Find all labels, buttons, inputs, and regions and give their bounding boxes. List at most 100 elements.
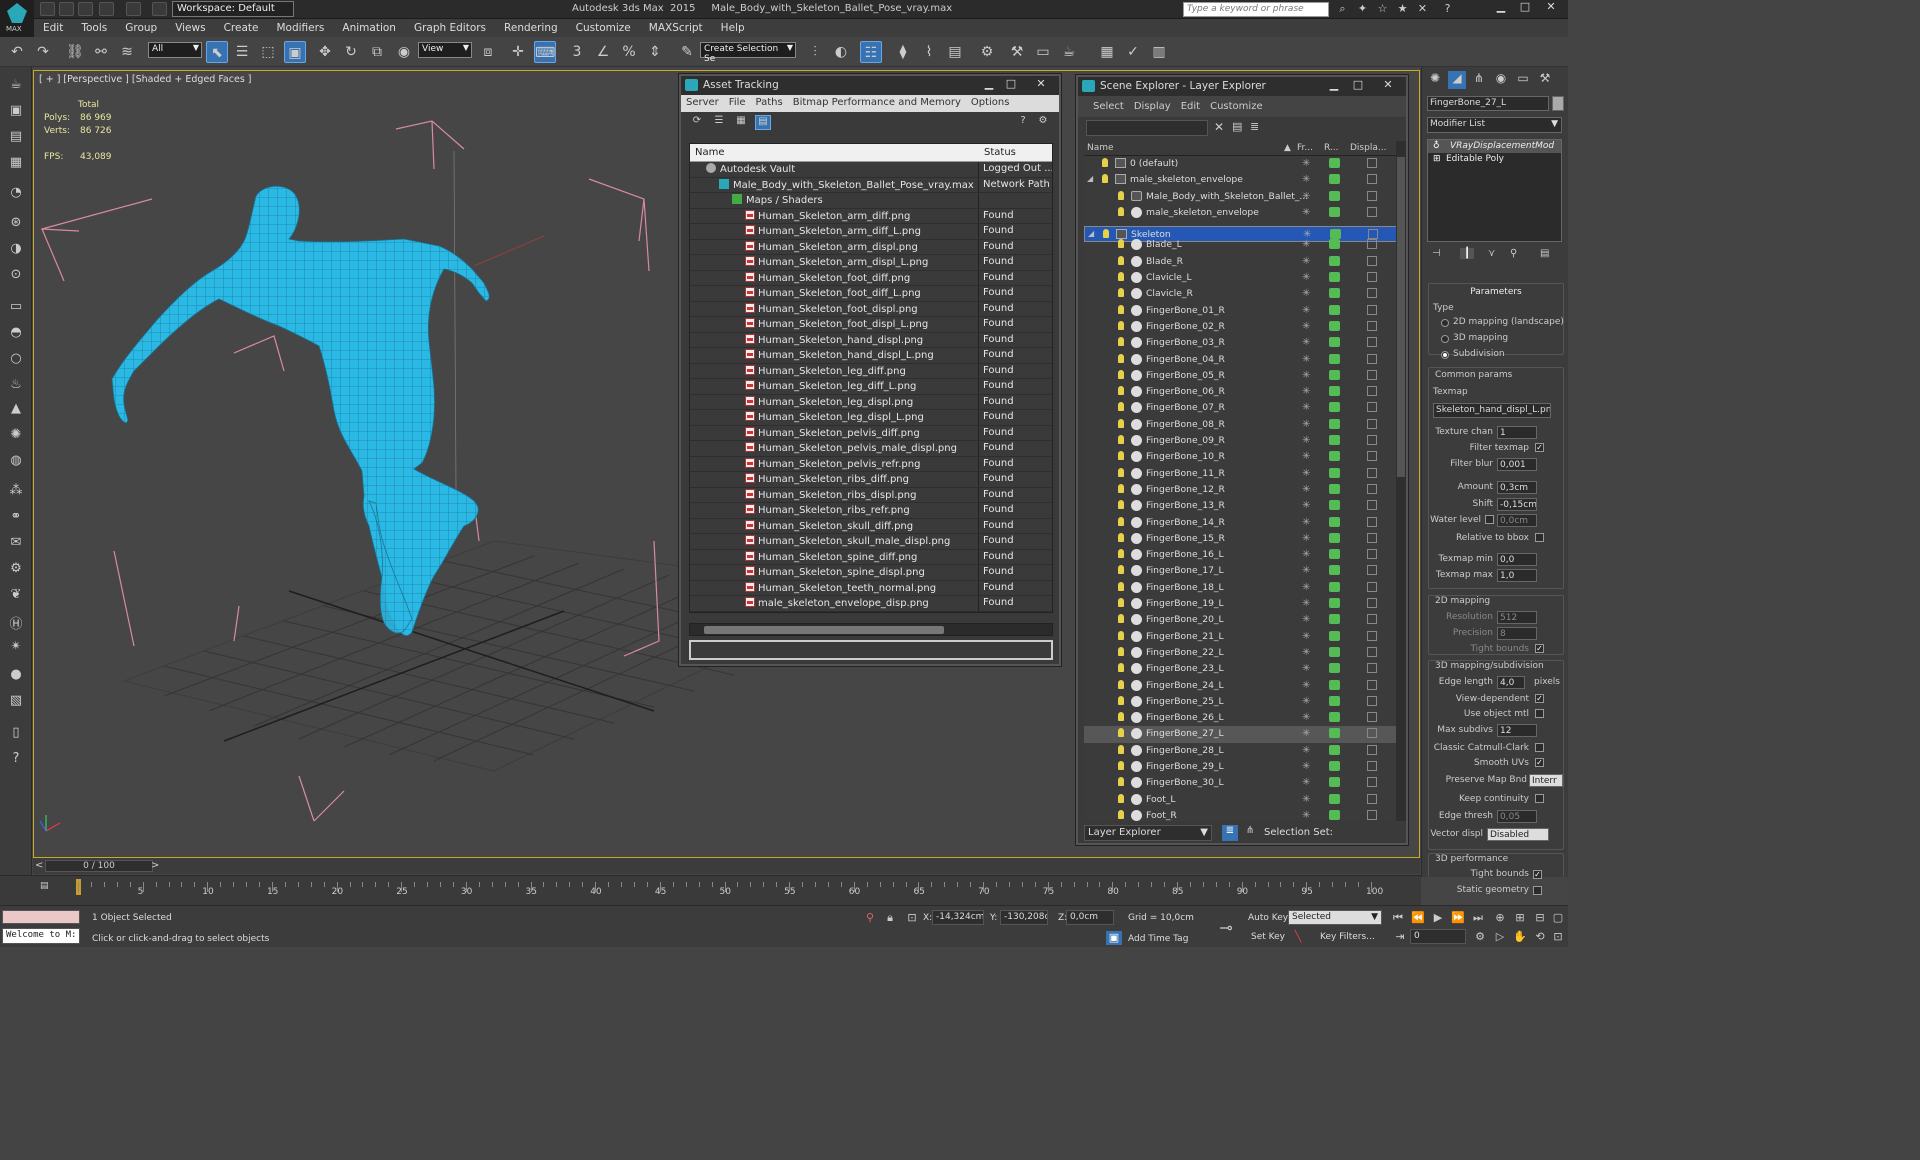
- display-icon[interactable]: [1367, 418, 1377, 429]
- display-icon[interactable]: [1367, 288, 1377, 299]
- light-bulb-icon[interactable]: [1118, 549, 1124, 559]
- display-icon[interactable]: [1367, 337, 1377, 348]
- pin-stack-icon[interactable]: ⊣: [1432, 248, 1441, 259]
- workspace-dropdown[interactable]: Workspace: Default: [172, 1, 294, 17]
- freeze-icon[interactable]: ✳: [1302, 256, 1310, 267]
- light-bulb-icon[interactable]: [1118, 304, 1124, 314]
- display-icon[interactable]: [1367, 565, 1377, 576]
- texmap-min-spinner[interactable]: 0,0: [1497, 553, 1537, 566]
- light-bulb-icon[interactable]: ♁: [1433, 141, 1440, 151]
- scene-row[interactable]: FingerBone_24_L ✳: [1084, 678, 1400, 694]
- display-icon[interactable]: [1367, 793, 1377, 804]
- menu-modifiers[interactable]: Modifiers: [267, 19, 333, 37]
- field-of-view-icon[interactable]: ▷: [1492, 930, 1508, 944]
- scene-row[interactable]: male_skeleton_envelope ✳: [1084, 205, 1400, 221]
- freeze-icon[interactable]: ✳: [1302, 810, 1310, 821]
- refresh-icon[interactable]: ⟳: [689, 115, 705, 130]
- freeze-icon[interactable]: ✳: [1302, 663, 1310, 674]
- freeze-icon[interactable]: ✳: [1302, 680, 1310, 691]
- menu-help[interactable]: Help: [712, 19, 754, 37]
- link-icon[interactable]: ⛓: [64, 41, 86, 63]
- freeze-icon[interactable]: ✳: [1302, 777, 1310, 788]
- scene-row[interactable]: FingerBone_06_R ✳: [1084, 384, 1400, 400]
- light-bulb-icon[interactable]: [1118, 418, 1124, 428]
- freeze-icon[interactable]: ✳: [1302, 794, 1310, 805]
- menu-tools[interactable]: Tools: [72, 19, 116, 37]
- undo-icon[interactable]: ↶: [6, 41, 28, 63]
- sort-by-layer-icon[interactable]: ≣: [1222, 825, 1238, 841]
- freeze-icon[interactable]: ✳: [1302, 614, 1310, 625]
- search-input[interactable]: Type a keyword or phrase: [1183, 2, 1329, 17]
- create-tab-icon[interactable]: ✺: [1426, 71, 1444, 89]
- renderable-icon[interactable]: [1329, 516, 1340, 527]
- set-key-button[interactable]: Set Key: [1251, 932, 1285, 942]
- close-button[interactable]: ✕: [1031, 77, 1051, 93]
- menu-customize[interactable]: Customize: [1205, 99, 1268, 114]
- freeze-icon[interactable]: ✳: [1302, 174, 1310, 185]
- menu-edit[interactable]: Edit: [34, 19, 72, 37]
- remove-modifier-icon[interactable]: ⚲: [1510, 248, 1517, 259]
- hf-icon[interactable]: Ⓗ: [6, 613, 26, 632]
- scrollbar-thumb[interactable]: [1397, 157, 1405, 477]
- rectangular-selection-icon[interactable]: ⬚: [257, 41, 279, 63]
- display-icon[interactable]: [1367, 744, 1377, 755]
- asset-path-field[interactable]: [689, 640, 1053, 660]
- freeze-icon[interactable]: ✳: [1302, 191, 1310, 202]
- teapot-primitive-icon[interactable]: ♨: [6, 377, 26, 395]
- layers-icon[interactable]: ≣: [1250, 120, 1259, 133]
- light-bulb-icon[interactable]: [1118, 565, 1124, 575]
- scene-row[interactable]: FingerBone_03_R ✳: [1084, 335, 1400, 351]
- light-bulb-icon[interactable]: [1118, 695, 1124, 705]
- freeze-icon[interactable]: ✳: [1302, 337, 1310, 348]
- explorer-type-dropdown[interactable]: Layer Explorer ▼: [1084, 825, 1212, 841]
- maximize-button[interactable]: □: [1348, 78, 1368, 94]
- snaps-toggle-icon[interactable]: 3: [566, 41, 588, 63]
- light-bulb-icon[interactable]: [1118, 369, 1124, 379]
- display-icon[interactable]: [1367, 174, 1377, 185]
- add-time-tag-button[interactable]: Add Time Tag: [1128, 934, 1188, 944]
- renderable-icon[interactable]: [1329, 712, 1340, 723]
- light-bulb-icon[interactable]: [1118, 320, 1124, 330]
- list-icon[interactable]: ▤: [6, 129, 26, 147]
- light-bulb-icon[interactable]: [1118, 809, 1124, 819]
- zoom-extents-all-icon[interactable]: ⊟: [1532, 911, 1548, 925]
- communication-icon[interactable]: ☆: [1375, 2, 1390, 16]
- light-bulb-icon[interactable]: [1118, 206, 1124, 216]
- particles-icon[interactable]: ⁂: [6, 483, 26, 501]
- freeze-icon[interactable]: ✳: [1302, 696, 1310, 707]
- configure-sets-icon[interactable]: ▤: [1540, 248, 1549, 259]
- previous-key-icon[interactable]: ⏪: [1410, 911, 1426, 925]
- scene-row[interactable]: FingerBone_26_L ✳: [1084, 710, 1400, 726]
- scene-explorer-titlebar[interactable]: Scene Explorer - Layer Explorer ▁ □ ✕: [1078, 77, 1406, 96]
- shift-spinner[interactable]: -0,15cm: [1497, 498, 1537, 511]
- display-icon[interactable]: [1367, 630, 1377, 641]
- asset-row[interactable]: Human_Skeleton_leg_displ.png Found: [690, 394, 1052, 410]
- scene-row[interactable]: FingerBone_12_R ✳: [1084, 482, 1400, 498]
- go-to-end-icon[interactable]: ⏭: [1470, 911, 1486, 925]
- next-frame-icon[interactable]: >: [151, 860, 159, 871]
- asset-row[interactable]: Human_Skeleton_ribs_refr.png Found: [690, 503, 1052, 519]
- help-icon[interactable]: ?: [1015, 115, 1031, 130]
- renderable-icon[interactable]: [1329, 337, 1340, 348]
- orbit-icon[interactable]: ⟲: [1532, 930, 1548, 944]
- time-slider[interactable]: < 0 / 100 >: [33, 858, 1420, 874]
- previous-frame-icon[interactable]: <: [35, 860, 43, 871]
- scene-row[interactable]: Foot_R ✳: [1084, 808, 1400, 821]
- asset-row[interactable]: Human_Skeleton_hand_displ_L.png Found: [690, 348, 1052, 364]
- grid-icon[interactable]: ▦: [6, 155, 26, 173]
- gear-icon[interactable]: ⚙: [6, 561, 26, 579]
- display-icon[interactable]: [1367, 663, 1377, 674]
- pan-view-icon[interactable]: ✋: [1512, 930, 1528, 944]
- horizontal-scrollbar[interactable]: [689, 623, 1053, 636]
- renderable-icon[interactable]: [1329, 598, 1340, 609]
- display-icon[interactable]: [1367, 304, 1377, 315]
- render-setup-icon[interactable]: ⚒: [1006, 41, 1028, 63]
- freeze-icon[interactable]: ✳: [1302, 354, 1310, 365]
- renderable-icon[interactable]: [1329, 728, 1340, 739]
- precision-spinner[interactable]: 8: [1497, 627, 1537, 640]
- filter-blur-spinner[interactable]: 0,001: [1497, 458, 1537, 471]
- scene-row[interactable]: FingerBone_25_L ✳: [1084, 694, 1400, 710]
- zoom-icon[interactable]: ⊕: [1492, 911, 1508, 925]
- teapot-icon[interactable]: ☕: [6, 77, 26, 95]
- scrollbar-thumb[interactable]: [704, 626, 944, 634]
